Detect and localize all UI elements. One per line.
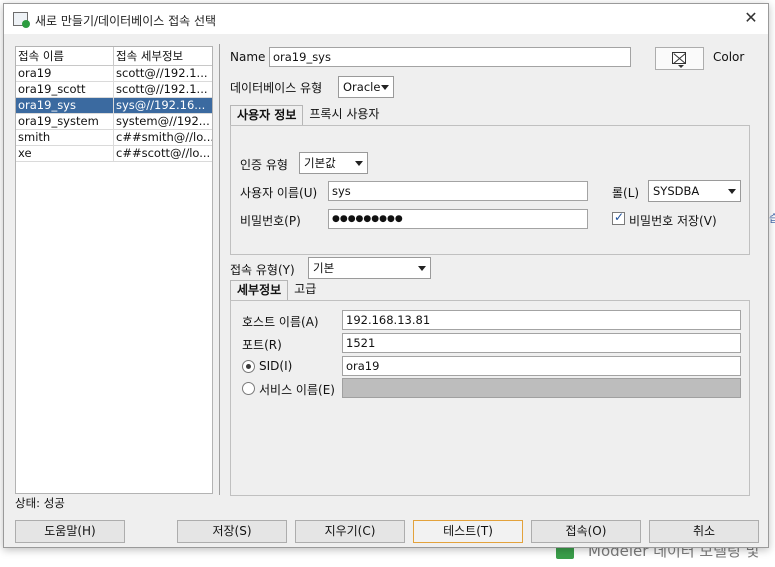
- save-button[interactable]: 저장(S): [177, 520, 287, 543]
- tab-user-info[interactable]: 사용자 정보: [230, 105, 304, 125]
- name-label: Name: [230, 50, 266, 64]
- color-swatch-icon: [672, 52, 686, 64]
- close-icon[interactable]: ✕: [742, 9, 760, 27]
- column-header-name[interactable]: 접속 이름: [16, 47, 114, 65]
- db-type-select[interactable]: Oracle: [338, 76, 394, 98]
- password-input[interactable]: ●●●●●●●●●: [328, 209, 588, 229]
- save-password-checkbox[interactable]: [612, 210, 625, 225]
- host-label: 호스트 이름(A): [242, 315, 319, 329]
- connection-name: xe: [16, 146, 114, 161]
- test-button[interactable]: 테스트(T): [413, 520, 523, 543]
- connection-details: c##smith@//lo...: [116, 130, 212, 144]
- background-right-fragment: 습: [769, 212, 775, 225]
- splitter[interactable]: [219, 44, 220, 495]
- port-input[interactable]: 1521: [342, 333, 741, 353]
- service-name-input[interactable]: [342, 378, 741, 398]
- host-input[interactable]: 192.168.13.81: [342, 310, 741, 330]
- connection-details: scott@//192.1...: [116, 66, 208, 80]
- title-bar: 새로 만들기/데이터베이스 접속 선택 ✕: [4, 4, 768, 34]
- tab-details[interactable]: 세부정보: [230, 280, 289, 300]
- clear-button[interactable]: 지우기(C): [295, 520, 405, 543]
- service-name-label: 서비스 이름(E): [259, 383, 335, 397]
- port-label: 포트(R): [242, 338, 282, 352]
- connection-details: scott@//192.1...: [116, 82, 208, 96]
- connection-row[interactable]: xe c##scott@//lo...: [16, 146, 212, 162]
- connection-row[interactable]: smith c##smith@//lo...: [16, 130, 212, 146]
- chevron-down-icon: [381, 85, 389, 90]
- tab-proxy-user[interactable]: 프록시 사용자: [303, 105, 385, 125]
- column-header-details[interactable]: 접속 세부정보: [114, 47, 212, 65]
- chevron-down-icon: [728, 189, 736, 194]
- auth-type-value: 기본값: [304, 156, 336, 170]
- service-name-radio[interactable]: [242, 382, 255, 395]
- connection-name: ora19_system: [16, 114, 114, 129]
- sid-input[interactable]: ora19: [342, 356, 741, 376]
- role-select[interactable]: SYSDBA: [648, 180, 741, 202]
- auth-type-select[interactable]: 기본값: [299, 152, 368, 174]
- db-type-value: Oracle: [343, 80, 381, 94]
- connection-details: sys@//192.16...: [116, 98, 206, 112]
- color-label: Color: [713, 50, 745, 64]
- auth-type-label: 인증 유형: [240, 158, 288, 172]
- role-value: SYSDBA: [653, 184, 700, 198]
- connection-row[interactable]: ora19 scott@//192.1...: [16, 66, 212, 82]
- db-type-label: 데이터베이스 유형: [230, 81, 323, 95]
- conn-type-value: 기본: [313, 261, 335, 275]
- connection-list-header: 접속 이름 접속 세부정보: [16, 47, 212, 66]
- role-label: 롤(L): [612, 186, 640, 200]
- user-tabs: 사용자 정보 프록시 사용자: [230, 105, 385, 125]
- detail-tabs: 세부정보 고급: [230, 280, 322, 300]
- connection-dialog: 새로 만들기/데이터베이스 접속 선택 ✕ 접속 이름 접속 세부정보 ora1…: [3, 3, 769, 548]
- connection-name: ora19_scott: [16, 82, 114, 97]
- connection-name: smith: [16, 130, 114, 145]
- color-picker-button[interactable]: [655, 47, 704, 70]
- connection-row-selected[interactable]: ora19_sys sys@//192.16...: [16, 98, 212, 114]
- conn-type-select[interactable]: 기본: [308, 257, 431, 279]
- status-text: 상태: 성공: [15, 496, 65, 510]
- connection-list[interactable]: 접속 이름 접속 세부정보 ora19 scott@//192.1... ora…: [15, 46, 213, 494]
- password-label: 비밀번호(P): [240, 214, 301, 228]
- help-button[interactable]: 도움말(H): [15, 520, 125, 543]
- connection-details: system@//192...: [116, 114, 210, 128]
- name-input[interactable]: ora19_sys: [269, 47, 631, 67]
- conn-type-label: 접속 유형(Y): [230, 263, 295, 277]
- connection-details: c##scott@//lo...: [116, 146, 211, 160]
- username-label: 사용자 이름(U): [240, 186, 318, 200]
- username-input[interactable]: sys: [328, 181, 588, 201]
- sid-radio[interactable]: [242, 360, 255, 373]
- tab-advanced[interactable]: 고급: [288, 280, 322, 300]
- dropdown-arrow-icon: [678, 65, 684, 68]
- save-password-label: 비밀번호 저장(V): [629, 214, 717, 228]
- db-connection-icon: [13, 12, 30, 28]
- connection-name: ora19: [16, 66, 114, 81]
- connection-row[interactable]: ora19_scott scott@//192.1...: [16, 82, 212, 98]
- dialog-title: 새로 만들기/데이터베이스 접속 선택: [35, 14, 217, 28]
- connection-row[interactable]: ora19_system system@//192...: [16, 114, 212, 130]
- cancel-button[interactable]: 취소: [649, 520, 759, 543]
- chevron-down-icon: [418, 266, 426, 271]
- connection-name: ora19_sys: [16, 98, 114, 113]
- sid-label: SID(I): [259, 359, 293, 373]
- chevron-down-icon: [355, 161, 363, 166]
- connect-button[interactable]: 접속(O): [531, 520, 641, 543]
